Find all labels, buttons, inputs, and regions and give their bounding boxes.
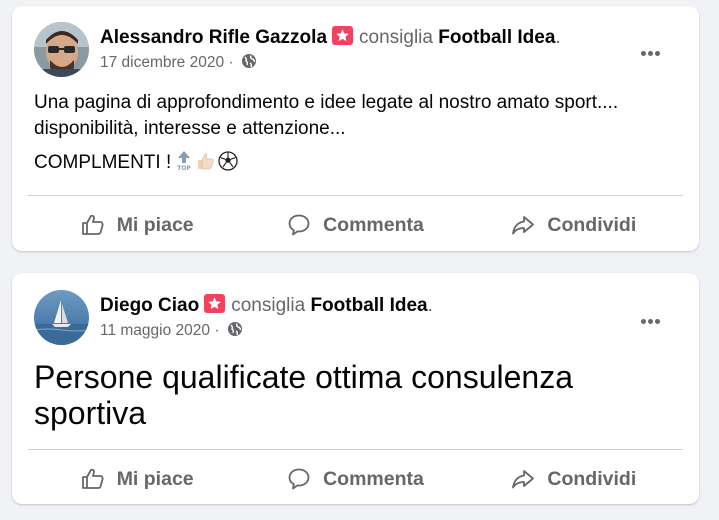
more-options-icon[interactable] bbox=[641, 311, 665, 324]
avatar[interactable] bbox=[34, 290, 89, 345]
meta-separator: · bbox=[214, 322, 220, 339]
post-actions: Mi piace Commenta Condividi bbox=[28, 459, 683, 499]
like-button[interactable]: Mi piace bbox=[28, 459, 246, 499]
share-label: Condividi bbox=[547, 467, 637, 490]
like-label: Mi piace bbox=[116, 213, 194, 236]
comment-button[interactable]: Commenta bbox=[246, 459, 464, 499]
post-meta: 11 maggio 2020 · bbox=[100, 321, 243, 342]
more-options-icon[interactable] bbox=[641, 43, 665, 56]
author-line: Alessandro Rifle Gazzola consiglia Footba… bbox=[100, 26, 561, 49]
globe-icon bbox=[241, 53, 257, 74]
share-button[interactable]: Condividi bbox=[465, 459, 683, 499]
comment-bubble-icon bbox=[288, 214, 310, 236]
post-actions: Mi piace Commenta Condividi bbox=[28, 205, 683, 245]
post-text: Una pagina di approfondimento e idee leg… bbox=[34, 92, 619, 139]
top-arrow-emoji-icon: TOP bbox=[177, 151, 192, 179]
divider bbox=[28, 449, 683, 450]
post-text-line: COMPLMENTI ! TOP bbox=[34, 150, 684, 179]
post-text-exclaim: COMPLMENTI ! bbox=[34, 152, 172, 173]
post-date[interactable]: 11 maggio 2020 bbox=[100, 322, 210, 339]
recommends-verb: consiglia bbox=[231, 295, 306, 316]
post-card: Diego Ciao consiglia Football Idea. 11 ma… bbox=[12, 273, 699, 504]
divider bbox=[28, 195, 683, 196]
comment-label: Commenta bbox=[323, 467, 424, 490]
author-name[interactable]: Diego Ciao bbox=[100, 295, 199, 316]
page-name[interactable]: Football Idea bbox=[310, 295, 427, 316]
recommend-star-icon bbox=[332, 26, 354, 45]
share-label: Condividi bbox=[547, 213, 637, 236]
soccer-ball-emoji-icon bbox=[218, 151, 238, 179]
page-name[interactable]: Football Idea bbox=[438, 27, 555, 48]
globe-icon bbox=[227, 321, 243, 342]
post-meta: 17 dicembre 2020 · bbox=[100, 53, 257, 74]
share-arrow-icon bbox=[512, 470, 535, 489]
author-line: Diego Ciao consiglia Football Idea. bbox=[100, 294, 433, 317]
svg-text:TOP: TOP bbox=[177, 165, 191, 171]
post-text: Persone qualificate ottima consulenza sp… bbox=[34, 359, 573, 431]
thumbs-up-icon bbox=[81, 214, 104, 235]
post-date[interactable]: 17 dicembre 2020 bbox=[100, 54, 224, 71]
period: . bbox=[427, 295, 433, 316]
like-button[interactable]: Mi piace bbox=[28, 205, 246, 245]
period: . bbox=[555, 27, 561, 48]
thumbs-up-icon bbox=[81, 468, 104, 489]
author-name[interactable]: Alessandro Rifle Gazzola bbox=[100, 27, 327, 48]
recommends-verb: consiglia bbox=[359, 27, 433, 48]
comment-button[interactable]: Commenta bbox=[246, 205, 464, 245]
avatar[interactable] bbox=[34, 22, 89, 77]
thumbs-up-emoji-icon bbox=[195, 151, 215, 179]
share-button[interactable]: Condividi bbox=[465, 205, 683, 245]
recommend-star-icon bbox=[204, 294, 226, 313]
share-arrow-icon bbox=[512, 216, 535, 235]
post-card: Alessandro Rifle Gazzola consiglia Footba… bbox=[12, 6, 699, 251]
meta-separator: · bbox=[228, 54, 234, 71]
comment-bubble-icon bbox=[288, 468, 310, 490]
comment-label: Commenta bbox=[323, 213, 424, 236]
like-label: Mi piace bbox=[116, 467, 194, 490]
